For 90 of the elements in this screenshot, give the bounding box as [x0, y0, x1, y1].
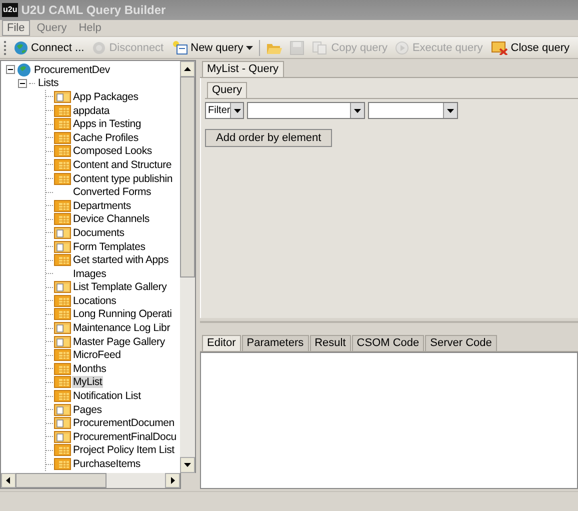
- library-icon: [54, 404, 71, 416]
- query-tab[interactable]: Query: [207, 82, 247, 98]
- library-icon: [54, 281, 71, 294]
- tree-item[interactable]: List Template Gallery: [72, 281, 168, 294]
- tree-item[interactable]: Composed Looks: [72, 145, 153, 158]
- tree-item[interactable]: Converted Forms: [72, 186, 152, 198]
- tree-item[interactable]: Months: [72, 362, 108, 375]
- document-tab[interactable]: MyList - Query: [202, 61, 284, 77]
- list-icon: [54, 376, 71, 388]
- list-icon: [54, 104, 71, 117]
- list-icon: [54, 145, 71, 158]
- tree-item[interactable]: Apps in Testing: [72, 118, 142, 130]
- globe-icon: [14, 40, 28, 54]
- library-icon: [54, 90, 71, 103]
- list-icon: [54, 444, 71, 456]
- window-title: U2U CAML Query Builder: [21, 3, 166, 17]
- list-icon: [54, 132, 71, 144]
- toolbar-button[interactable]: Close query: [486, 38, 574, 57]
- tree-item[interactable]: Get started with Apps: [72, 254, 170, 266]
- app-logo: u2u: [2, 3, 18, 17]
- list-icon: [54, 458, 71, 470]
- caret-icon: [246, 46, 254, 50]
- tree-item[interactable]: Content and Structure: [72, 158, 173, 171]
- menu-item[interactable]: File: [2, 20, 30, 36]
- collapse-icon[interactable]: [18, 78, 27, 88]
- tree-item[interactable]: Project Policy Item List: [72, 444, 176, 456]
- tree-item[interactable]: Master Page Gallery: [72, 336, 166, 348]
- tree-item[interactable]: PurchaseItems: [72, 458, 142, 470]
- filter-type-dropdown[interactable]: Filter: [205, 102, 244, 119]
- dropdown-arrow-icon: [354, 108, 361, 112]
- tree-item[interactable]: Form Templates: [72, 240, 146, 253]
- vertical-scrollbar[interactable]: [180, 61, 195, 473]
- tree-item[interactable]: MyList: [72, 376, 104, 388]
- toolbar-grip: [4, 40, 7, 54]
- list-icon: [54, 390, 71, 402]
- library-icon: [54, 240, 71, 253]
- tree-item[interactable]: Pages: [72, 404, 103, 416]
- tree-item[interactable]: Locations: [72, 294, 118, 307]
- toolbar-button[interactable]: New query: [168, 38, 258, 57]
- close-query-icon: [490, 40, 508, 54]
- library-icon: [54, 417, 71, 430]
- list-icon: [54, 308, 71, 320]
- tree-item[interactable]: Notification List: [72, 390, 142, 402]
- collapse-icon[interactable]: [6, 65, 15, 74]
- dropdown-arrow-icon: [447, 108, 454, 112]
- tree-item[interactable]: Images: [72, 268, 108, 280]
- new-query-icon: [172, 40, 188, 55]
- tree-item[interactable]: Maintenance Log Libr: [72, 322, 171, 334]
- list-icon: [54, 158, 71, 171]
- list-icon: [54, 200, 71, 212]
- tree-item[interactable]: Lists: [37, 77, 60, 90]
- tree-item[interactable]: Device Channels: [72, 213, 150, 226]
- tree-item[interactable]: ProcurementDocumen: [72, 417, 176, 430]
- disconnect-icon: [92, 40, 106, 54]
- copy-icon: [312, 40, 328, 54]
- editor-tab[interactable]: Parameters: [242, 335, 309, 351]
- list-icon: [54, 294, 71, 307]
- list-icon: [54, 172, 71, 185]
- dropdown-arrow-icon: [234, 108, 241, 112]
- editor-tab[interactable]: CSOM Code: [352, 335, 424, 351]
- tree-item[interactable]: Cache Profiles: [72, 132, 140, 144]
- library-icon: [54, 322, 71, 334]
- play-icon: [395, 40, 410, 54]
- library-icon: [54, 336, 71, 348]
- list-icon: [54, 362, 71, 375]
- globe-icon: [17, 62, 31, 77]
- operator-dropdown[interactable]: [368, 102, 458, 119]
- tree-item[interactable]: appdata: [72, 104, 111, 117]
- tree-item[interactable]: Documents: [72, 226, 126, 239]
- list-icon: [54, 118, 71, 130]
- editor-tab[interactable]: Editor: [202, 335, 241, 351]
- editor-tab[interactable]: Result: [310, 335, 351, 351]
- list-icon: [54, 349, 71, 362]
- tree-item[interactable]: ProcurementDev: [33, 64, 111, 76]
- tree-item[interactable]: Content type publishin: [72, 172, 174, 185]
- tree-item[interactable]: Departments: [72, 200, 132, 212]
- toolbar-button[interactable]: Connect ...: [10, 38, 88, 57]
- editor-tab[interactable]: Server Code: [425, 335, 497, 351]
- save-icon: [290, 40, 304, 54]
- horizontal-scrollbar[interactable]: [0, 473, 181, 489]
- list-icon: [54, 254, 71, 266]
- library-icon: [54, 430, 71, 443]
- tree-item[interactable]: ProcurementFinalDocu: [72, 430, 178, 443]
- tree-item[interactable]: Long Running Operati: [72, 308, 173, 320]
- tree-item[interactable]: MicroFeed: [72, 349, 122, 362]
- list-icon: [54, 213, 71, 226]
- field-dropdown[interactable]: [247, 102, 365, 119]
- library-icon: [54, 226, 71, 239]
- add-order-button[interactable]: Add order by element: [205, 129, 332, 147]
- tree-item[interactable]: App Packages: [72, 90, 140, 103]
